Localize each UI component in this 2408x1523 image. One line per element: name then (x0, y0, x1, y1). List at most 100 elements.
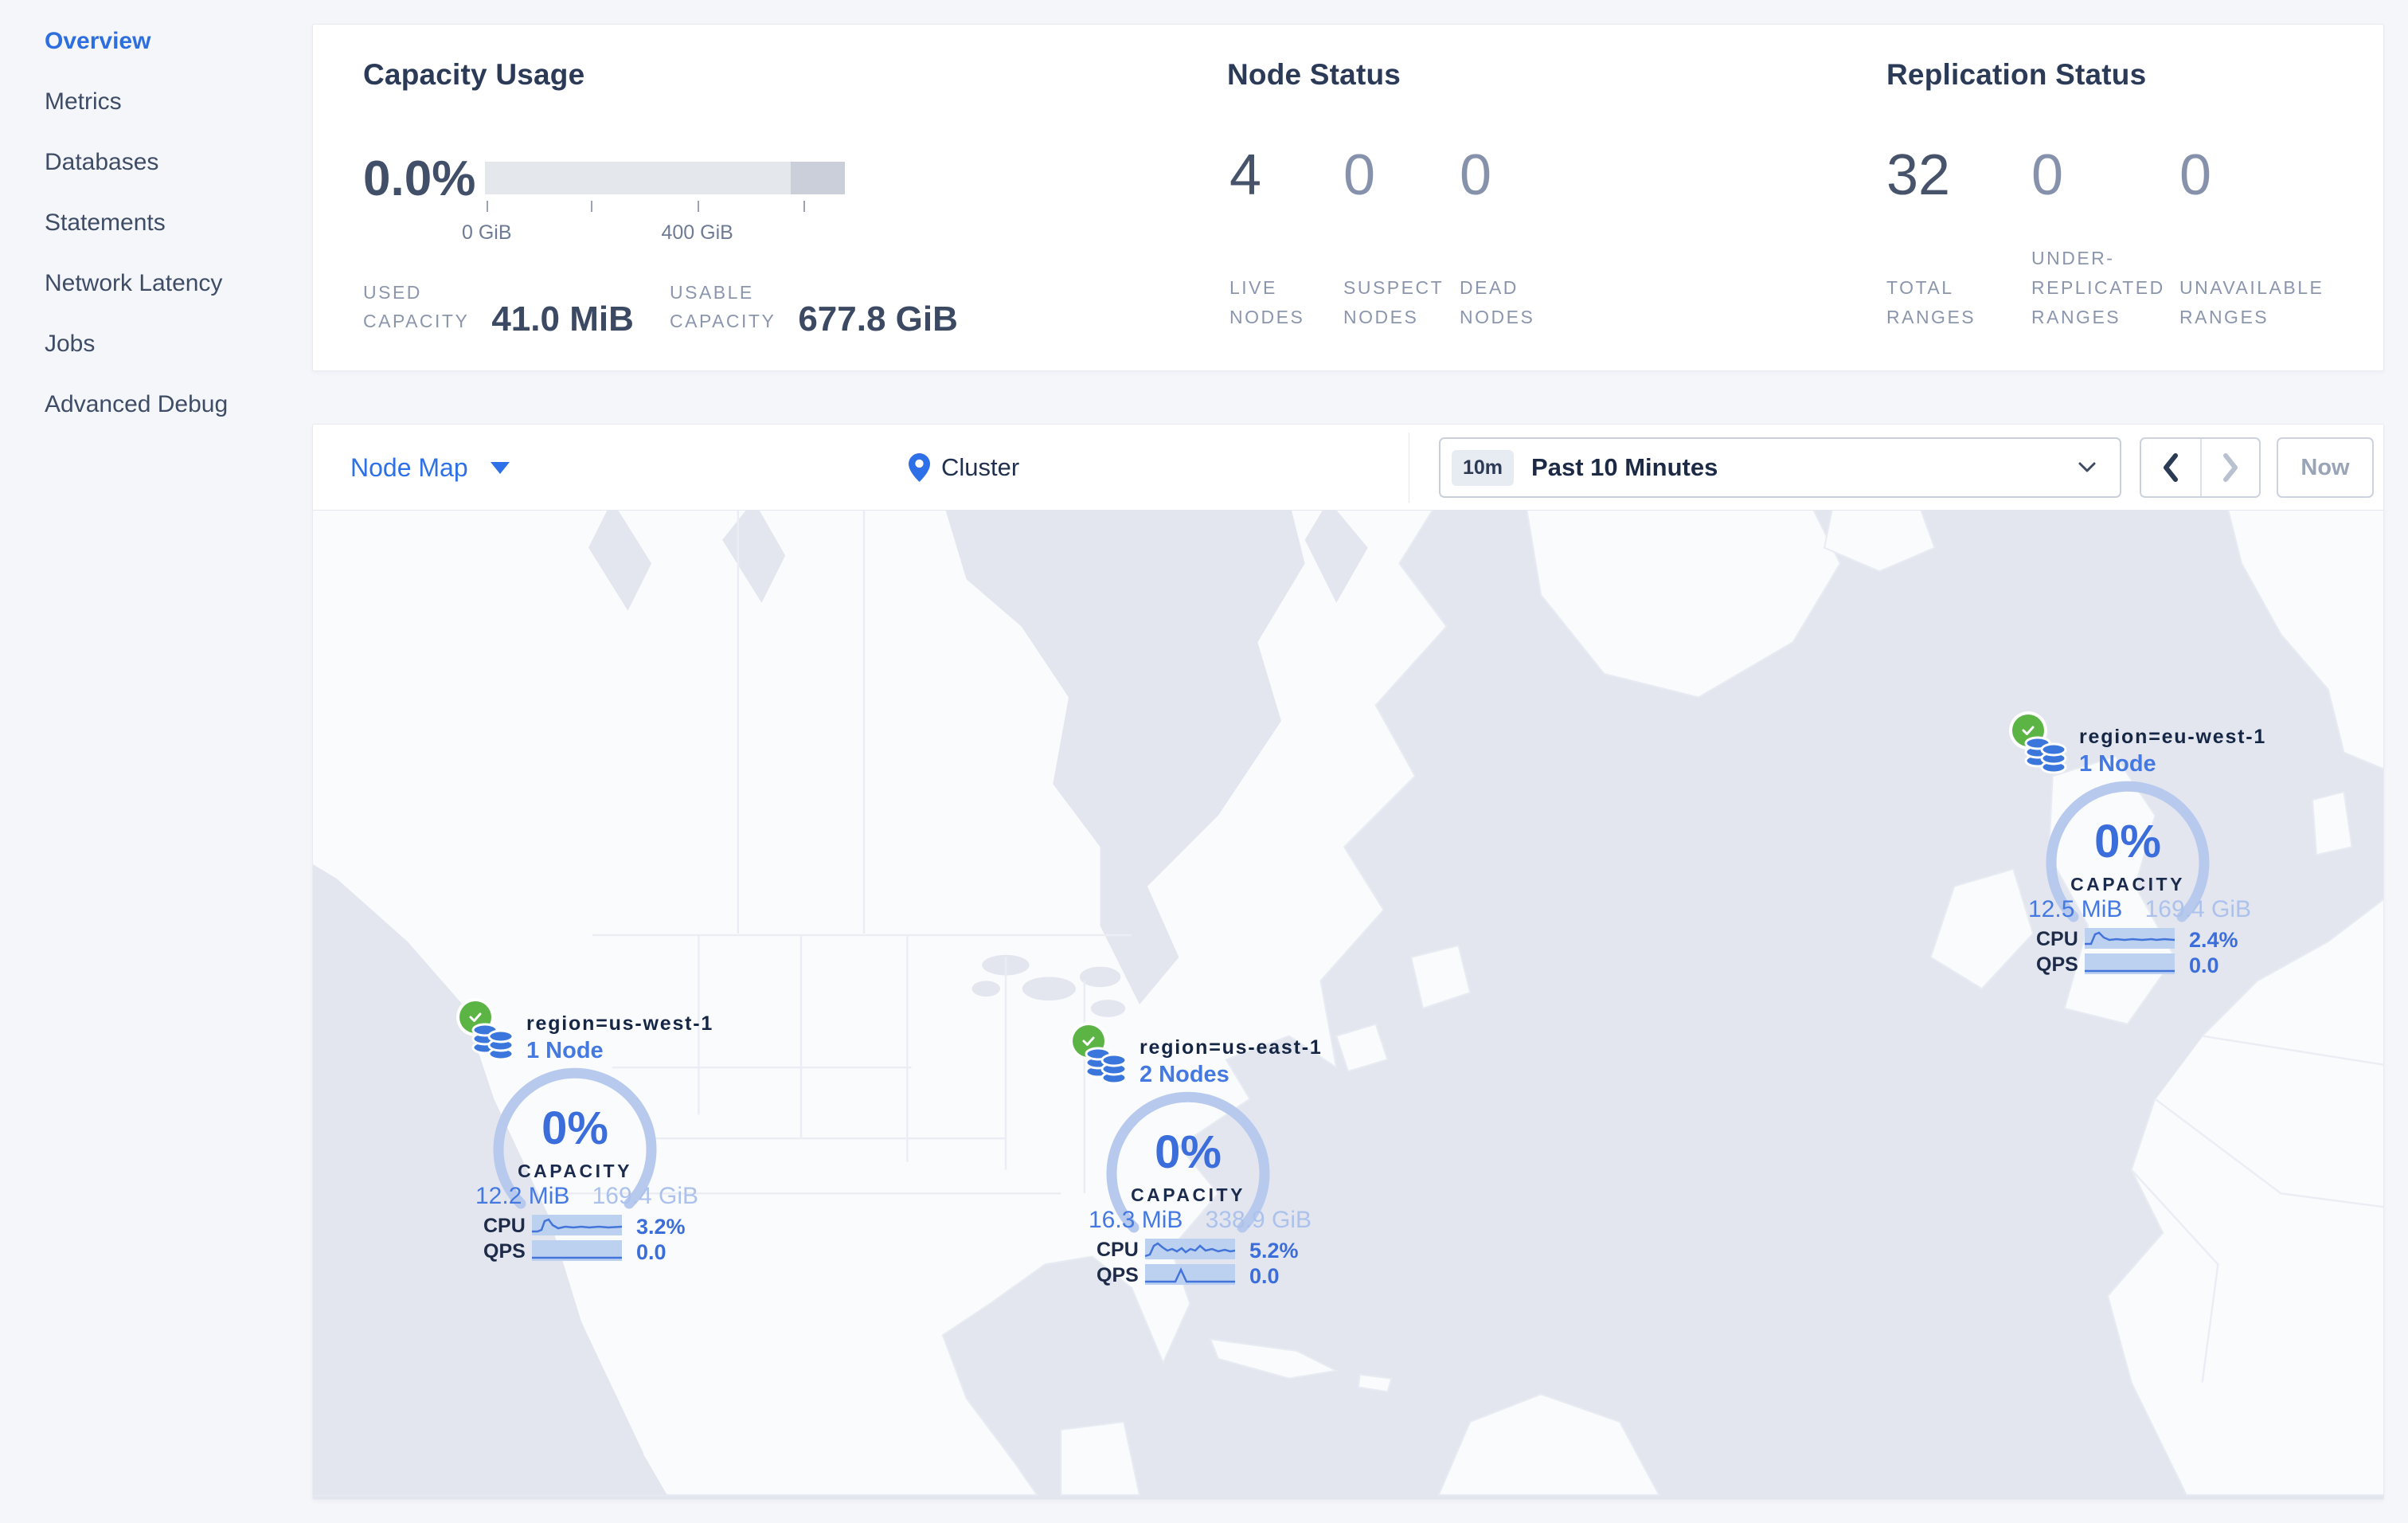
capacity-bar-track (485, 162, 845, 194)
region-node-count[interactable]: 1 Node (526, 1038, 604, 1064)
node-map-card: Node Map Cluster 10m Past 10 Minutes Now… (312, 424, 2384, 1500)
db-console-overview-page: { "sidebar": { "items": [ { "label": "Ov… (0, 0, 2408, 1523)
database-stack-icon (1085, 1047, 1128, 1085)
database-stack-icon (2024, 736, 2067, 774)
cpu-label: CPU (483, 1215, 526, 1237)
database-stack-icon (471, 1023, 514, 1061)
usable-capacity-metric: USABLE CAPACITY 677.8 GiB (670, 278, 958, 339)
qps-sparkline (2085, 953, 2175, 974)
node-map-toolbar: Node Map Cluster 10m Past 10 Minutes Now (313, 425, 2383, 511)
chevron-right-icon (2223, 453, 2238, 482)
capacity-bar-tick-label: 400 GiB (661, 221, 733, 244)
capacity-bar-segment (791, 162, 845, 194)
live-nodes-label: LIVE NODES (1229, 277, 1305, 327)
region-node-eu-west-1[interactable]: region=eu-west-1 1 Node 0% CAPACITY 12.5… (2007, 710, 2265, 977)
capacity-bar-ticks: 0 GiB 400 GiB (462, 194, 845, 266)
cpu-label: CPU (2036, 928, 2078, 950)
now-button[interactable]: Now (2277, 437, 2374, 498)
cpu-label: CPU (1096, 1239, 1139, 1261)
region-node-count[interactable]: 1 Node (2079, 751, 2156, 777)
capacity-bar-tick-label: 0 GiB (461, 221, 512, 244)
live-nodes-count: 4 (1229, 143, 1262, 207)
location-pin-icon (909, 453, 930, 482)
capacity-bar: 0 GiB 400 GiB (462, 162, 845, 266)
region-name: region=us-west-1 (526, 1012, 714, 1035)
unavailable-ranges-count: 0 (2179, 143, 2212, 207)
dead-nodes-count: 0 (1460, 143, 1492, 207)
sidebar-item-overview[interactable]: Overview (0, 11, 312, 72)
capacity-bar-tick (591, 201, 593, 212)
capacity-bar-tick (803, 201, 806, 212)
cpu-sparkline (532, 1215, 622, 1235)
region-total-capacity: 338.9 GiB (1205, 1207, 1312, 1233)
used-capacity-metric: USED CAPACITY 41.0 MiB (363, 278, 634, 339)
region-qps-row: QPS 0.0 (483, 1240, 703, 1264)
sidebar-item-jobs[interactable]: Jobs (0, 314, 312, 374)
qps-sparkline (1145, 1264, 1235, 1285)
region-used-capacity: 12.5 MiB (2028, 896, 2123, 922)
sidebar-item-statements[interactable]: Statements (0, 193, 312, 253)
cluster-summary-card: Capacity Usage 0.0% 0 GiB 400 GiB USED CA… (312, 24, 2384, 371)
prev-time-window-button[interactable] (2141, 439, 2200, 496)
region-cpu-row: CPU 3.2% (483, 1215, 703, 1239)
cpu-sparkline (2085, 928, 2175, 949)
unavailable-ranges-label: UNAVAILABLE RANGES (2179, 277, 2324, 327)
replication-status-title: Replication Status (1886, 58, 2147, 91)
sidebar-item-network-latency[interactable]: Network Latency (0, 253, 312, 314)
view-mode-dropdown[interactable]: Node Map (350, 425, 510, 511)
qps-label: QPS (2036, 953, 2078, 976)
dead-nodes-stat: 0 DEAD NODES (1460, 143, 1534, 332)
region-cpu-row: CPU 2.4% (2036, 928, 2256, 952)
region-capacity-percent: 0% (2094, 816, 2161, 867)
cpu-value: 2.4% (2189, 928, 2238, 952)
time-range-dropdown[interactable]: 10m Past 10 Minutes (1439, 437, 2121, 498)
time-window-pager (2140, 437, 2261, 498)
total-ranges-count: 32 (1886, 143, 1951, 207)
under-replicated-ranges-count: 0 (2031, 143, 2064, 207)
sidebar-nav: Overview Metrics Databases Statements Ne… (0, 0, 312, 1523)
chevron-down-icon (490, 461, 510, 474)
region-node-us-east-1[interactable]: region=us-east-1 2 Nodes 0% CAPACITY 16.… (1068, 1020, 1321, 1288)
region-node-count[interactable]: 2 Nodes (1140, 1062, 1229, 1088)
cpu-sparkline (1145, 1239, 1235, 1259)
used-capacity-label: USED CAPACITY (363, 282, 470, 331)
region-name: region=eu-west-1 (2079, 726, 2267, 748)
suspect-nodes-label: SUSPECT NODES (1343, 277, 1444, 327)
region-capacity-percent: 0% (1155, 1126, 1222, 1178)
next-time-window-button[interactable] (2200, 439, 2259, 496)
node-status-title: Node Status (1227, 58, 1401, 91)
qps-label: QPS (483, 1240, 526, 1263)
view-mode-label: Node Map (350, 452, 468, 482)
sidebar-item-advanced-debug[interactable]: Advanced Debug (0, 374, 312, 435)
suspect-nodes-count: 0 (1343, 143, 1376, 207)
qps-sparkline (532, 1240, 622, 1261)
region-node-us-west-1[interactable]: region=us-west-1 1 Node 0% CAPACITY 12.2… (455, 996, 712, 1264)
sidebar-item-databases[interactable]: Databases (0, 132, 312, 193)
node-map[interactable]: region=us-west-1 1 Node 0% CAPACITY 12.2… (313, 511, 2383, 1499)
usable-capacity-value: 677.8 GiB (798, 300, 958, 339)
time-range-badge: 10m (1452, 449, 1515, 486)
breadcrumb[interactable]: Cluster (909, 425, 1019, 511)
region-name: region=us-east-1 (1140, 1036, 1323, 1059)
qps-value: 0.0 (636, 1240, 666, 1264)
chevron-left-icon (2164, 453, 2178, 482)
total-ranges-stat: 32 TOTAL RANGES (1886, 143, 1976, 332)
unavailable-ranges-stat: 0 UNAVAILABLE RANGES (2179, 143, 2324, 332)
live-nodes-stat: 4 LIVE NODES (1229, 143, 1304, 332)
region-capacity-percent: 0% (541, 1102, 608, 1154)
capacity-bar-tick (697, 201, 699, 212)
region-qps-row: QPS 0.0 (2036, 953, 2256, 977)
total-ranges-label: TOTAL RANGES (1886, 277, 1976, 327)
dead-nodes-label: DEAD NODES (1460, 277, 1535, 327)
under-replicated-ranges-label: UNDER- REPLICATED RANGES (2031, 248, 2165, 327)
qps-label: QPS (1096, 1264, 1139, 1286)
capacity-used-percent: 0.0% (363, 151, 476, 206)
region-qps-row: QPS 0.0 (1096, 1264, 1316, 1288)
region-cpu-row: CPU 5.2% (1096, 1239, 1316, 1263)
under-replicated-ranges-stat: 0 UNDER- REPLICATED RANGES (2031, 143, 2165, 332)
qps-value: 0.0 (1249, 1264, 1280, 1288)
cpu-value: 3.2% (636, 1215, 686, 1239)
sidebar-item-metrics[interactable]: Metrics (0, 72, 312, 132)
used-capacity-value: 41.0 MiB (491, 300, 634, 339)
qps-value: 0.0 (2189, 953, 2219, 977)
